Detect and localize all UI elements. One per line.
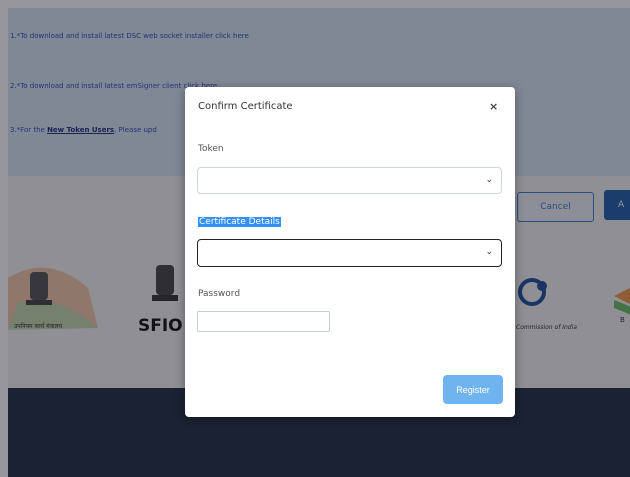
token-label: Token	[198, 144, 224, 154]
confirm-certificate-modal: Confirm Certificate × Token ⌄ Certificat…	[185, 87, 515, 417]
password-label: Password	[198, 289, 241, 299]
close-icon[interactable]: ×	[489, 100, 498, 113]
password-field[interactable]	[197, 311, 330, 332]
register-button[interactable]: Register	[443, 375, 503, 404]
modal-title: Confirm Certificate	[198, 101, 293, 112]
chevron-down-icon: ⌄	[485, 247, 493, 257]
certificate-details-label: Certificate Details	[198, 217, 281, 227]
chevron-down-icon: ⌄	[485, 175, 493, 185]
token-select[interactable]: ⌄	[197, 167, 502, 194]
certificate-details-select[interactable]: ⌄	[197, 239, 502, 267]
